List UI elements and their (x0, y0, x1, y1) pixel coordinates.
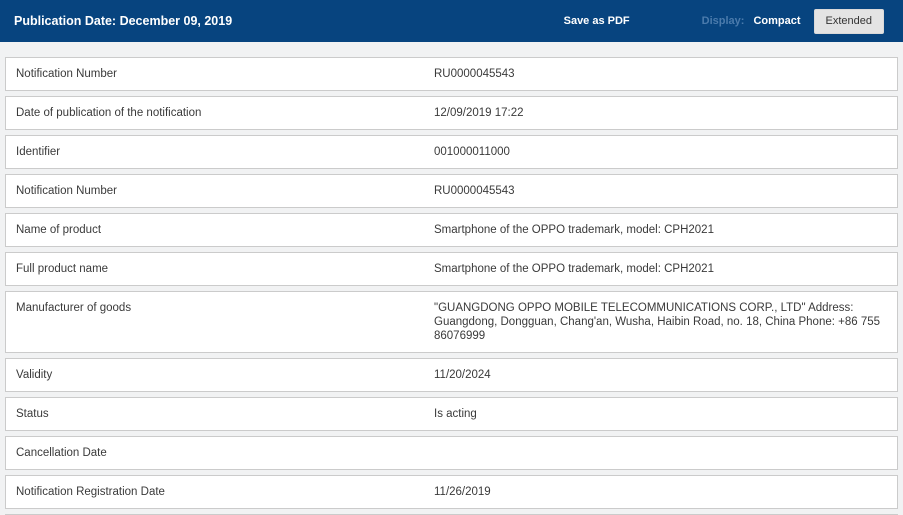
row-label: Notification Number (16, 185, 117, 197)
table-row: Manufacturer of goods "GUANGDONG OPPO MO… (5, 291, 898, 353)
row-label: Full product name (16, 263, 109, 275)
row-value: RU0000045543 (434, 185, 515, 197)
row-label: Name of product (16, 224, 102, 236)
notification-details-table: Notification Number RU0000045543 Date of… (5, 57, 898, 515)
row-value: 12/09/2019 17:22 (434, 107, 524, 119)
table-row: Cancellation Date (5, 436, 898, 470)
table-row: Identifier 001000011000 (5, 135, 898, 169)
row-value (434, 446, 897, 460)
row-value: Is acting (434, 408, 477, 420)
header-actions: Save as PDF Display: Compact Extended (564, 8, 884, 34)
display-mode-label: Display: (701, 15, 745, 27)
row-value: Smartphone of the OPPO trademark, model:… (434, 263, 714, 275)
row-value: 11/26/2019 (434, 486, 491, 498)
row-label: Identifier (16, 146, 61, 158)
display-extended-button[interactable]: Extended (813, 8, 884, 34)
table-row: Name of product Smartphone of the OPPO t… (5, 213, 898, 247)
row-label: Status (16, 408, 49, 420)
table-row: Full product name Smartphone of the OPPO… (5, 252, 898, 286)
row-value: 001000011000 (434, 146, 510, 158)
row-value: RU0000045543 (434, 68, 515, 80)
row-label: Date of publication of the notification (16, 107, 202, 119)
row-value: 11/20/2024 (434, 369, 491, 381)
row-value: "GUANGDONG OPPO MOBILE TELECOMMUNICATION… (434, 302, 881, 342)
table-row: Notification Registration Date 11/26/201… (5, 475, 898, 509)
table-row: Validity 11/20/2024 (5, 358, 898, 392)
notification-detail-page: Publication Date: December 09, 2019 Save… (0, 0, 903, 515)
table-row: Notification Number RU0000045543 (5, 57, 898, 91)
row-label: Validity (16, 369, 53, 381)
table-row: Date of publication of the notification … (5, 96, 898, 130)
save-as-pdf-button[interactable]: Save as PDF (564, 15, 630, 27)
row-label: Cancellation Date (16, 447, 107, 459)
publication-date-title: Publication Date: December 09, 2019 (14, 14, 233, 28)
table-row: Notification Number RU0000045543 (5, 174, 898, 208)
header-bar: Publication Date: December 09, 2019 Save… (0, 0, 903, 42)
row-label: Notification Number (16, 68, 117, 80)
table-row: Status Is acting (5, 397, 898, 431)
display-compact-button[interactable]: Compact (753, 15, 800, 27)
row-label: Manufacturer of goods (16, 302, 132, 314)
row-label: Notification Registration Date (16, 486, 165, 498)
row-value: Smartphone of the OPPO trademark, model:… (434, 224, 714, 236)
